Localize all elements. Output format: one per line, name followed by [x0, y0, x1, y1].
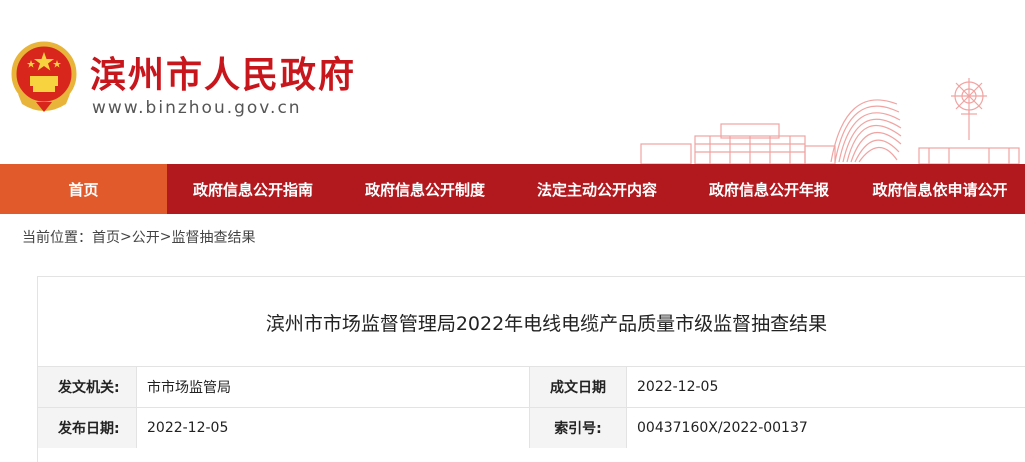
published-date-label: 发布日期: [38, 408, 136, 448]
main-nav: 首页 政府信息公开指南 政府信息公开制度 法定主动公开内容 政府信息公开年报 政… [0, 164, 1025, 214]
issuer-value: 市市场监管局 [136, 367, 529, 407]
article-container: 滨州市市场监督管理局2022年电线电缆产品质量市级监督抽查结果 发文机关: 市市… [37, 276, 1025, 462]
site-title[interactable]: 滨州市人民政府 [90, 46, 356, 98]
national-emblem-icon [11, 41, 77, 112]
index-number-value: 00437160X/2022-00137 [626, 408, 1025, 448]
meta-row: 发布日期: 2022-12-05 索引号: 00437160X/2022-001… [38, 407, 1025, 448]
index-number-label: 索引号: [529, 408, 626, 448]
nav-item-system[interactable]: 政府信息公开制度 [339, 164, 511, 214]
nav-item-guide[interactable]: 政府信息公开指南 [167, 164, 339, 214]
breadcrumb-home[interactable]: 首页 [92, 227, 120, 247]
created-date-value: 2022-12-05 [626, 367, 1025, 407]
issuer-label: 发文机关: [38, 367, 136, 407]
nav-item-annual-report[interactable]: 政府信息公开年报 [683, 164, 855, 214]
city-skyline-decoration [640, 78, 1020, 164]
nav-item-statutory[interactable]: 法定主动公开内容 [511, 164, 683, 214]
article-title: 滨州市市场监督管理局2022年电线电缆产品质量市级监督抽查结果 [265, 312, 828, 335]
breadcrumb: 当前位置： 首页 > 公开 > 监督抽查结果 [0, 214, 1025, 260]
nav-item-home[interactable]: 首页 [0, 164, 167, 214]
created-date-label: 成文日期 [529, 367, 626, 407]
nav-item-by-request[interactable]: 政府信息依申请公开 [855, 164, 1025, 214]
breadcrumb-prefix: 当前位置： [22, 230, 92, 246]
published-date-value: 2022-12-05 [136, 408, 529, 448]
breadcrumb-current[interactable]: 监督抽查结果 [171, 227, 255, 247]
breadcrumb-separator: > [120, 229, 132, 245]
breadcrumb-separator: > [159, 229, 172, 245]
meta-row: 发文机关: 市市场监管局 成文日期 2022-12-05 [38, 366, 1025, 407]
site-url: www.binzhou.gov.cn [92, 98, 302, 118]
site-header: 滨州市人民政府 www.binzhou.gov.cn [0, 0, 1025, 164]
article-meta-table: 发文机关: 市市场监管局 成文日期 2022-12-05 发布日期: 2022-… [38, 366, 1025, 448]
breadcrumb-section[interactable]: 公开 [132, 227, 160, 247]
